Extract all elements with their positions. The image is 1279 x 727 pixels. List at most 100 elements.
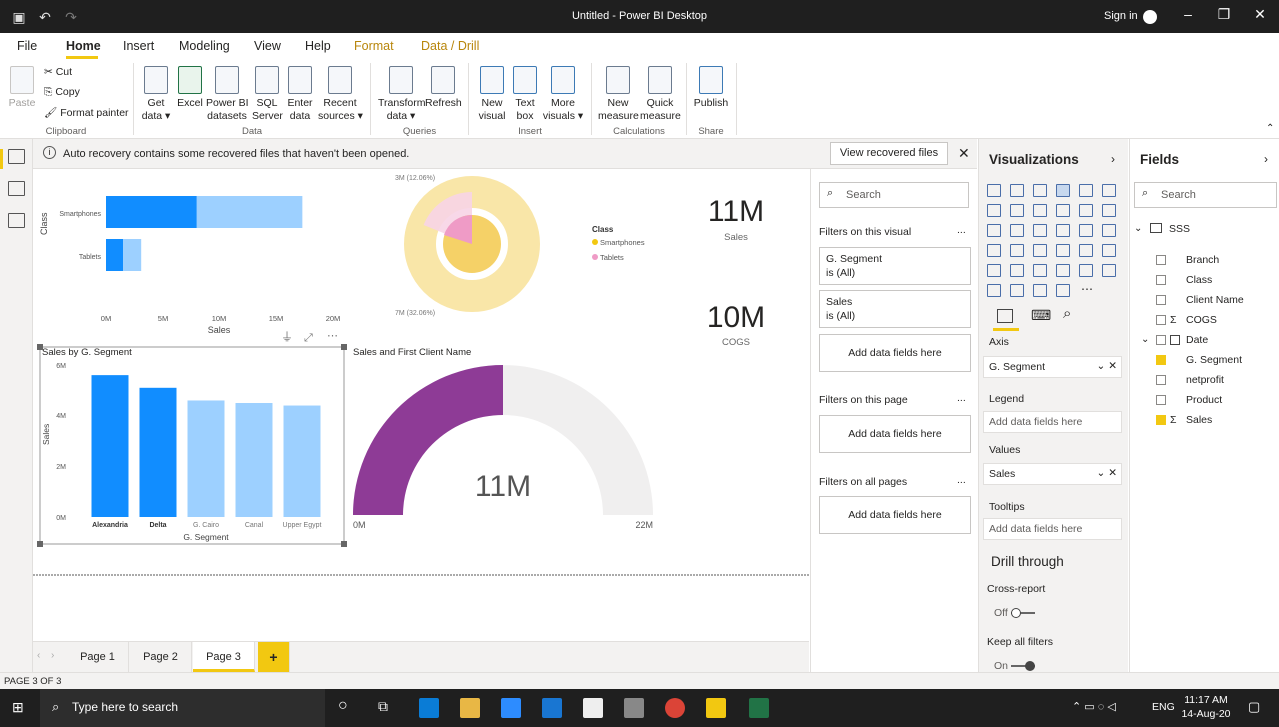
next-page-icon[interactable]: ›	[51, 650, 54, 661]
edge-icon[interactable]	[419, 698, 439, 718]
map-icon[interactable]	[987, 244, 1001, 257]
taskbar-search-input[interactable]: Type here to search	[40, 689, 325, 727]
remove-field-icon[interactable]: ⌄ ✕	[1096, 360, 1117, 372]
refresh-button[interactable]: Refresh	[425, 66, 462, 110]
more-visual-types-icon[interactable]: ⋯	[1081, 282, 1093, 296]
file-explorer-icon[interactable]	[460, 698, 480, 718]
gauge-icon[interactable]	[1033, 244, 1047, 257]
field-checkbox[interactable]	[1156, 255, 1166, 265]
clustered-column-icon[interactable]	[1056, 184, 1070, 197]
collapse-ribbon-icon[interactable]: ⌃	[1266, 123, 1274, 134]
multi-row-card-icon[interactable]	[1079, 244, 1093, 257]
fields-search-input[interactable]: Search	[1134, 182, 1277, 208]
class-bar[interactable]	[106, 196, 197, 228]
segment-bar[interactable]	[187, 400, 225, 517]
gauge-chart[interactable]: Sales and First Client Name 11M 0M 22M	[353, 347, 653, 530]
sign-in-link[interactable]: Sign in	[1104, 10, 1138, 22]
chrome-icon[interactable]	[665, 698, 685, 718]
donut-icon[interactable]	[1079, 224, 1093, 237]
view-recovered-files-button[interactable]: View recovered files	[830, 142, 948, 165]
page-tab[interactable]: Page 2	[130, 642, 192, 672]
more-options-icon[interactable]: ⋯	[327, 330, 338, 342]
focus-mode-icon[interactable]: ⤢	[304, 332, 313, 344]
task-view-icon[interactable]: ⧉	[378, 698, 388, 715]
table-name[interactable]: SSS	[1169, 223, 1190, 235]
funnel-icon[interactable]	[1010, 224, 1024, 237]
tab-home[interactable]: Home	[66, 39, 101, 53]
tab-data-drill[interactable]: Data / Drill	[421, 39, 479, 53]
tab-help[interactable]: Help	[305, 39, 331, 53]
language-indicator[interactable]: ENG	[1152, 701, 1175, 713]
tab-modeling[interactable]: Modeling	[179, 39, 230, 53]
add-page-filter-well[interactable]: Add data fields here	[819, 415, 971, 453]
sql-server-button[interactable]: SQL Server	[252, 66, 283, 123]
axis-well[interactable]: G. Segment ⌄ ✕	[983, 356, 1122, 378]
filter-card-segment[interactable]: G. Segment is (All)	[819, 247, 971, 285]
quick-measure-button[interactable]: Quick measure	[640, 66, 681, 123]
field-checkbox[interactable]	[1156, 335, 1166, 345]
tray-icons[interactable]: ⌃ ▭ ◌ ◁	[1072, 700, 1116, 713]
enter-data-button[interactable]: Enter data	[285, 66, 315, 123]
remove-field-icon[interactable]: ⌄ ✕	[1096, 467, 1117, 479]
mail-icon[interactable]	[542, 698, 562, 718]
notifications-icon[interactable]: ▢	[1248, 699, 1260, 715]
field-item[interactable]: Branch	[1186, 254, 1219, 266]
narrative-icon[interactable]	[1033, 284, 1047, 297]
field-checkbox[interactable]	[1156, 375, 1166, 385]
segment-bar[interactable]	[235, 403, 273, 517]
segment-bar-chart[interactable]: Sales by G. Segment Sales 6M 4M 2M 0M Al…	[37, 344, 347, 547]
chevron-down-icon[interactable]: ⌄	[1141, 334, 1149, 345]
field-checkbox[interactable]	[1156, 295, 1166, 305]
publish-button[interactable]: Publish	[693, 66, 729, 110]
segment-bar[interactable]	[91, 375, 129, 517]
class-bar[interactable]	[123, 239, 142, 271]
excel-taskbar-icon[interactable]	[749, 698, 769, 718]
format-roller-icon[interactable]: ⌨	[1031, 307, 1051, 324]
field-checkbox[interactable]	[1156, 275, 1166, 285]
field-checkbox[interactable]	[1156, 395, 1166, 405]
paste-button[interactable]: Paste	[8, 66, 36, 110]
card-sales-value[interactable]: 11M	[708, 195, 764, 228]
line-clustered-icon[interactable]	[1079, 204, 1093, 217]
decomposition-icon[interactable]	[987, 284, 1001, 297]
transform-data-button[interactable]: Transform data ▾	[378, 66, 425, 123]
pbi-datasets-button[interactable]: Power BI datasets	[206, 66, 249, 123]
excel-button[interactable]: Excel	[177, 66, 203, 110]
account-avatar[interactable]	[1143, 10, 1157, 24]
slicer-icon[interactable]	[987, 264, 1001, 277]
resize-handle[interactable]	[341, 541, 347, 547]
treemap-icon[interactable]	[1102, 224, 1116, 237]
recent-sources-button[interactable]: Recent sources ▾	[318, 66, 363, 123]
powerbi-icon[interactable]	[706, 698, 726, 718]
field-item[interactable]: Client Name	[1186, 294, 1244, 306]
field-item[interactable]: G. Segment	[1186, 354, 1242, 366]
filters-search-input[interactable]: Search	[819, 182, 969, 208]
field-checkbox[interactable]	[1156, 315, 1166, 325]
zoom-icon[interactable]	[501, 698, 521, 718]
get-data-button[interactable]: Get data ▾	[141, 66, 171, 123]
add-page-button[interactable]: +	[258, 642, 290, 672]
donut-legend-item[interactable]: Tablets	[600, 253, 624, 262]
card-icon[interactable]	[1056, 244, 1070, 257]
class-bar-chart[interactable]: Class Smartphones Tablets 0M 5M 10M 15M …	[39, 196, 340, 335]
chevron-down-icon[interactable]: ⌄	[1134, 223, 1142, 234]
field-checkbox[interactable]	[1156, 355, 1166, 365]
waterfall-icon[interactable]	[987, 224, 1001, 237]
new-measure-button[interactable]: New measure	[598, 66, 639, 123]
tooltips-well[interactable]: Add data fields here	[983, 518, 1122, 540]
tab-format[interactable]: Format	[354, 39, 394, 53]
class-bar[interactable]	[196, 196, 303, 228]
maximize-icon[interactable]: ❐	[1214, 6, 1234, 23]
field-item[interactable]: Date	[1186, 334, 1208, 346]
windows-start-icon[interactable]: ⊞	[12, 699, 24, 716]
class-bar[interactable]	[106, 239, 124, 271]
close-notification-icon[interactable]: ✕	[958, 145, 970, 162]
kpi-icon[interactable]	[1102, 244, 1116, 257]
chevron-right-icon[interactable]: ›	[1111, 152, 1115, 166]
page-tab[interactable]: Page 1	[67, 642, 129, 672]
field-item[interactable]: Sales	[1186, 414, 1212, 426]
area-icon[interactable]	[1010, 204, 1024, 217]
python-visual-icon[interactable]	[1079, 264, 1093, 277]
more-icon[interactable]: ...	[957, 474, 966, 486]
stacked-column-icon[interactable]	[1010, 184, 1024, 197]
